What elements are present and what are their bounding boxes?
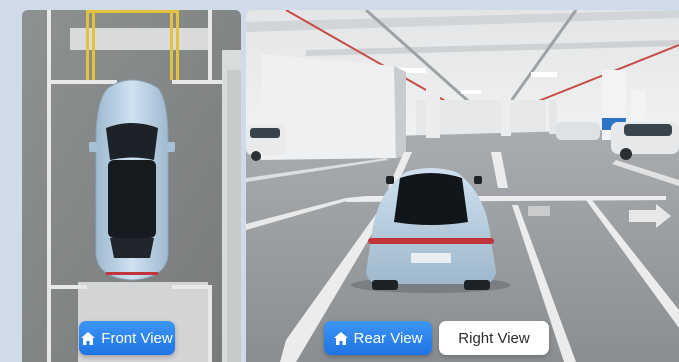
- parking-line: [47, 10, 51, 362]
- home-icon: [81, 331, 96, 345]
- garage-perspective-scene: [246, 10, 679, 362]
- front-view-button[interactable]: Front View: [79, 321, 175, 355]
- home-icon: [333, 331, 348, 345]
- front-view-label: Front View: [101, 329, 173, 347]
- front-view-camera-panel: [22, 10, 241, 362]
- top-down-parking-scene: [22, 10, 241, 362]
- rear-view-label: Rear View: [353, 329, 423, 347]
- rear-view-button[interactable]: Rear View: [324, 321, 432, 355]
- car-top-view: [89, 79, 175, 281]
- right-view-button[interactable]: Right View: [439, 321, 549, 355]
- yellow-parking-line: [86, 10, 89, 80]
- rear-view-camera-panel: [246, 10, 679, 362]
- right-view-label: Right View: [458, 329, 530, 347]
